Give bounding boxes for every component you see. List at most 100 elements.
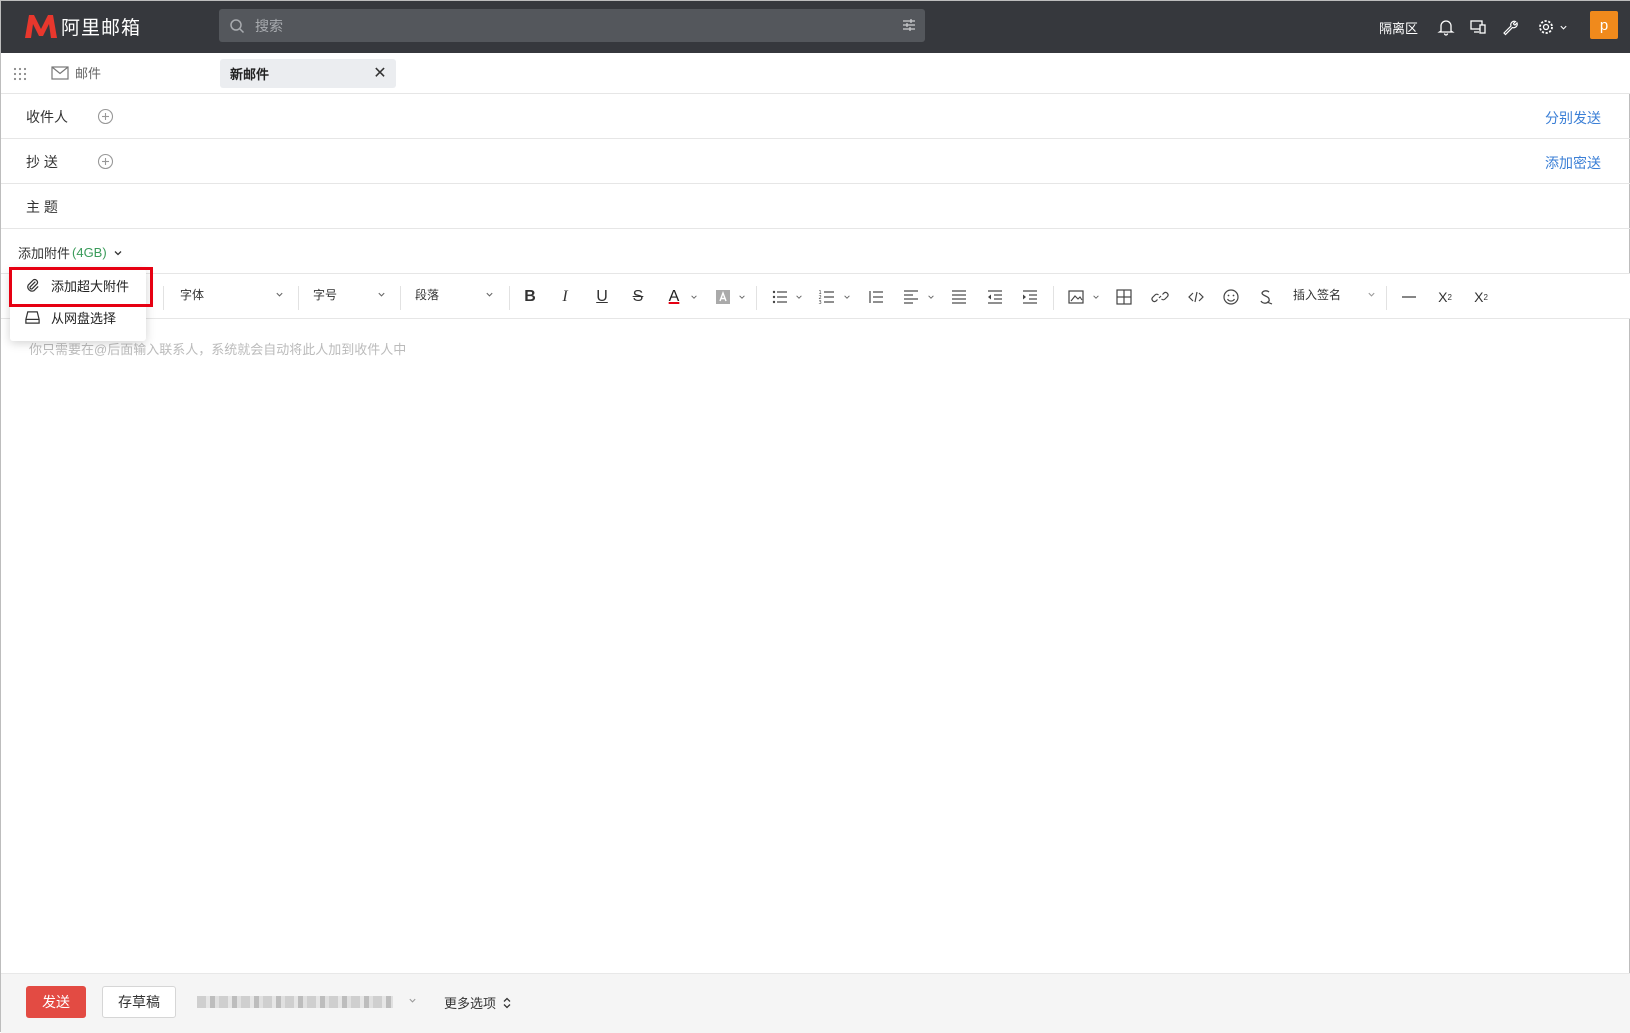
- paragraph-label: 段落: [415, 288, 440, 302]
- to-label: 收件人: [26, 109, 68, 125]
- svg-text:3: 3: [819, 300, 822, 306]
- numbered-list-icon: 123: [819, 290, 834, 306]
- table-icon: [1116, 289, 1132, 305]
- drive-icon: [25, 310, 40, 324]
- envelope-icon: [51, 65, 69, 80]
- insert-image-button[interactable]: [1065, 286, 1087, 308]
- menu-item-cloud-drive[interactable]: 从网盘选择: [10, 301, 146, 333]
- bullet-list-icon: [772, 290, 787, 304]
- horizontal-rule-button[interactable]: [1398, 286, 1420, 308]
- subject-label: 主 题: [26, 199, 58, 215]
- bullet-list-button[interactable]: [769, 286, 791, 308]
- line-height-button[interactable]: [948, 286, 970, 308]
- editor-area[interactable]: 你只需要在@后面输入联系人，系统就会自动将此人加到收件人中: [1, 319, 1630, 973]
- top-bar: 阿里邮箱 隔离区 p: [1, 1, 1630, 53]
- insert-signature-select[interactable]: 插入签名: [1293, 286, 1375, 303]
- add-recipient-icon[interactable]: [97, 108, 114, 125]
- underline-button[interactable]: U: [591, 286, 613, 308]
- subscript-button[interactable]: X2: [1470, 286, 1492, 308]
- to-input[interactable]: [131, 102, 1481, 130]
- close-icon[interactable]: ✕: [372, 65, 388, 82]
- clear-format-button[interactable]: [1255, 286, 1277, 308]
- superscript-button[interactable]: X2: [1434, 286, 1456, 308]
- numbered-list-button[interactable]: 123: [816, 286, 838, 308]
- font-size-select[interactable]: 字号: [313, 286, 389, 303]
- chevron-down-icon[interactable]: [927, 293, 935, 301]
- chevron-down-icon[interactable]: [843, 293, 851, 301]
- image-icon: [1068, 290, 1084, 304]
- sort-arrows-icon: [503, 997, 511, 1008]
- tab-bar: 邮件 新邮件 ✕: [1, 53, 1630, 94]
- chevron-down-icon[interactable]: [1092, 293, 1100, 301]
- add-attachment-button[interactable]: 添加附件 (4GB): [18, 243, 123, 262]
- menu-item-large-attachment[interactable]: 添加超大附件: [10, 269, 146, 301]
- highlight-icon: [716, 290, 730, 304]
- quarantine-link[interactable]: 隔离区: [1379, 1, 1418, 53]
- chevron-down-icon[interactable]: [690, 293, 698, 301]
- send-button[interactable]: 发送: [26, 986, 86, 1018]
- subject-input[interactable]: [131, 192, 1481, 220]
- paragraph-select[interactable]: 段落: [415, 286, 499, 303]
- code-icon: [1188, 291, 1204, 303]
- add-bcc-link[interactable]: 添加密送: [1545, 153, 1601, 173]
- tab-mail[interactable]: 邮件: [51, 63, 101, 82]
- logo[interactable]: 阿里邮箱: [23, 11, 141, 41]
- align-button[interactable]: [900, 286, 922, 308]
- search-bar[interactable]: [219, 9, 925, 42]
- sender-select[interactable]: [197, 996, 393, 1008]
- tab-mail-label: 邮件: [75, 66, 102, 81]
- attachment-dropdown-menu: 添加超大附件 从网盘选择: [10, 269, 146, 341]
- editor-placeholder: 你只需要在@后面输入联系人，系统就会自动将此人加到收件人中: [29, 342, 407, 357]
- more-options-button[interactable]: 更多选项: [444, 993, 512, 1012]
- highlight-button[interactable]: [712, 286, 734, 308]
- code-button[interactable]: [1185, 286, 1207, 308]
- insert-table-button[interactable]: [1113, 286, 1135, 308]
- logo-text: 阿里邮箱: [61, 17, 142, 39]
- divider: [1053, 286, 1054, 310]
- settings-button[interactable]: [1537, 1, 1568, 53]
- chevron-down-icon[interactable]: [795, 293, 803, 301]
- cc-input[interactable]: [131, 147, 1481, 175]
- notification-button[interactable]: [1437, 1, 1455, 53]
- font-family-select[interactable]: 字体: [180, 286, 286, 303]
- devices-icon: [1470, 20, 1486, 34]
- avatar[interactable]: p: [1590, 11, 1618, 39]
- search-icon: [230, 18, 245, 33]
- divider: [509, 286, 510, 310]
- align-left-icon: [904, 290, 918, 304]
- tab-new-mail[interactable]: 新邮件 ✕: [220, 59, 396, 88]
- indent-button[interactable]: [1019, 286, 1041, 308]
- attach-size: (4GB): [72, 245, 107, 260]
- font-color-button[interactable]: A: [663, 286, 685, 308]
- italic-button[interactable]: I: [554, 286, 576, 308]
- send-separately-link[interactable]: 分别发送: [1545, 108, 1601, 128]
- emoji-button[interactable]: [1220, 286, 1242, 308]
- app-window: 阿里邮箱 隔离区 p 邮件 新邮件 ✕: [0, 0, 1630, 1033]
- apps-grid-icon[interactable]: [12, 66, 28, 82]
- chevron-down-icon[interactable]: [408, 996, 417, 1005]
- to-row: 收件人 分别发送: [1, 94, 1630, 139]
- format-toolbar: 字体 字号 段落 B I U S A 123 插入签名 X 2 X 2: [1, 273, 1630, 319]
- menu-item-label: 添加超大附件: [51, 278, 130, 294]
- save-draft-button[interactable]: 存草稿: [102, 986, 176, 1018]
- cc-row: 抄 送 添加密送: [1, 139, 1630, 184]
- tools-button[interactable]: [1501, 1, 1519, 53]
- add-cc-icon[interactable]: [97, 153, 114, 170]
- paperclip-icon: [27, 278, 39, 292]
- outdent-icon: [988, 290, 1002, 304]
- search-input[interactable]: [255, 17, 875, 34]
- divider: [163, 286, 164, 310]
- devices-button[interactable]: [1469, 1, 1487, 53]
- outdent-button[interactable]: [984, 286, 1006, 308]
- chevron-down-icon[interactable]: [738, 293, 746, 301]
- menu-item-label: 从网盘选择: [51, 310, 117, 326]
- blockquote-button[interactable]: [865, 286, 887, 308]
- bold-button[interactable]: B: [519, 286, 541, 308]
- strikethrough-button[interactable]: S: [627, 286, 649, 308]
- emoji-icon: [1223, 289, 1239, 305]
- filter-icon[interactable]: [901, 17, 917, 33]
- line-height-icon: [952, 290, 966, 304]
- insert-link-button[interactable]: [1149, 286, 1171, 308]
- link-icon: [1151, 291, 1169, 303]
- gear-icon: [1539, 20, 1553, 34]
